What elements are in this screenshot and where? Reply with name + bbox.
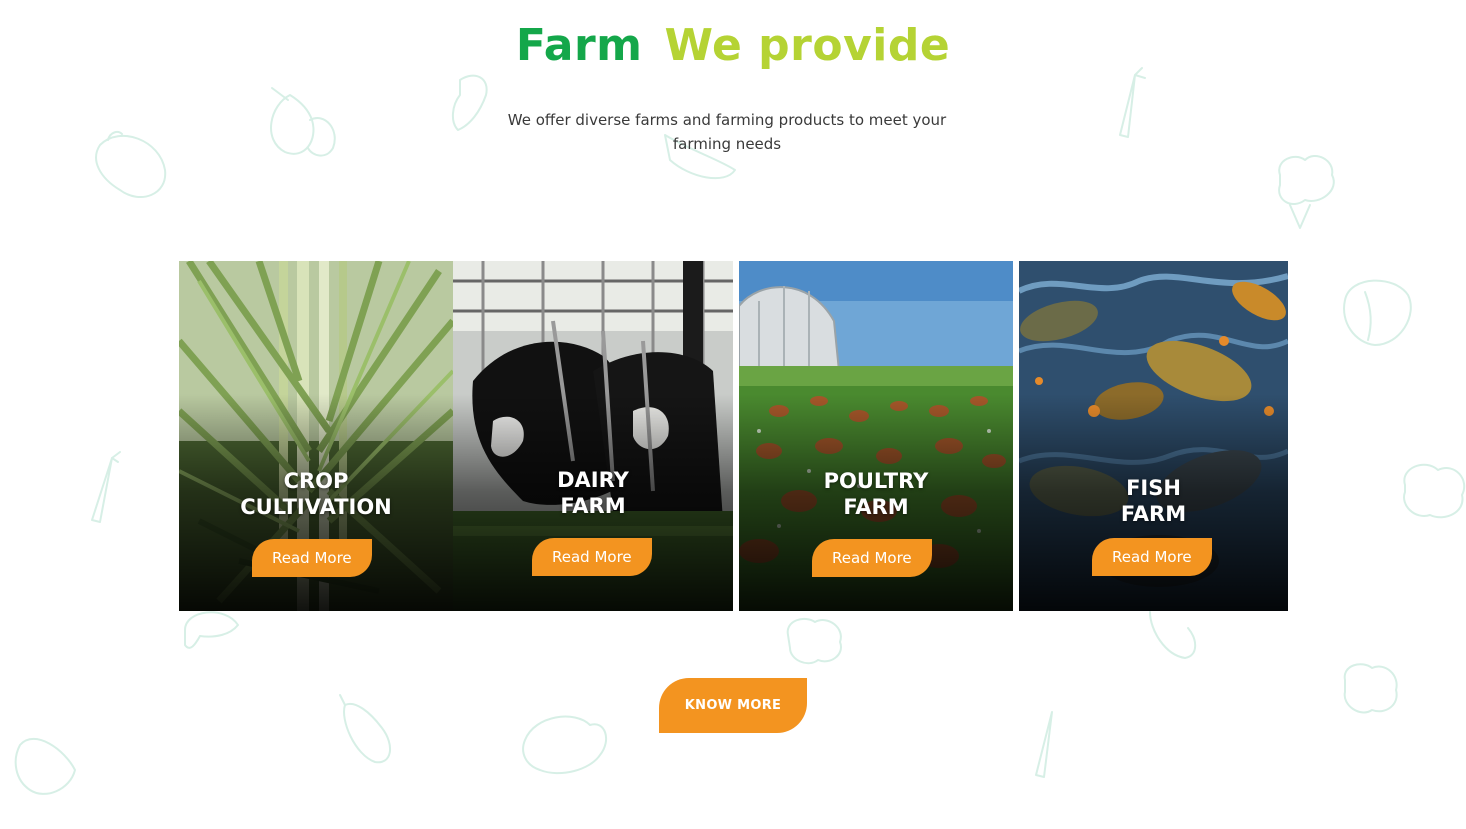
card-crop-cultivation[interactable]: CROP CULTIVATION Read More xyxy=(179,261,453,611)
pepper-icon xyxy=(95,131,167,199)
cabbage-icon xyxy=(1343,279,1412,346)
onion-icon xyxy=(270,87,336,157)
mushroom-icon xyxy=(184,611,239,649)
card-title: POULTRY FARM xyxy=(823,469,929,519)
heading-word-farm: Farm xyxy=(515,20,643,71)
mushroom-icon xyxy=(522,715,608,775)
cauliflower-icon xyxy=(786,617,842,665)
card-poultry-farm[interactable]: POULTRY FARM Read More xyxy=(739,261,1013,611)
card-title: CROP CULTIVATION xyxy=(240,469,392,519)
carrot-icon xyxy=(91,451,121,523)
carrot-icon xyxy=(1035,711,1053,778)
card-title: DAIRY FARM xyxy=(557,468,629,518)
section-subtitle: We offer diverse farms and farming produ… xyxy=(507,111,947,153)
heading-word-we-provide: We provide xyxy=(664,20,951,71)
cauliflower-icon xyxy=(1278,155,1335,229)
read-more-button[interactable]: Read More xyxy=(252,539,372,577)
card-fish-farm[interactable]: FISH FARM Read More xyxy=(1019,261,1288,611)
know-more-button[interactable]: KNOW MORE xyxy=(659,678,807,733)
eggplant-icon xyxy=(1149,611,1197,659)
cauliflower-icon xyxy=(1403,463,1466,519)
card-dairy-farm[interactable]: DAIRY FARM Read More xyxy=(453,261,733,611)
eggplant-icon xyxy=(339,694,391,764)
read-more-button[interactable]: Read More xyxy=(812,539,932,577)
section-heading: Farm We provide xyxy=(0,20,1466,71)
carrot-icon xyxy=(1119,67,1146,138)
cabbage-icon xyxy=(14,738,76,795)
cauliflower-icon xyxy=(1343,663,1398,714)
card-title: FISH FARM xyxy=(1120,476,1187,526)
read-more-button[interactable]: Read More xyxy=(1092,538,1212,576)
ginger-icon xyxy=(452,74,488,131)
read-more-button[interactable]: Read More xyxy=(532,538,652,576)
